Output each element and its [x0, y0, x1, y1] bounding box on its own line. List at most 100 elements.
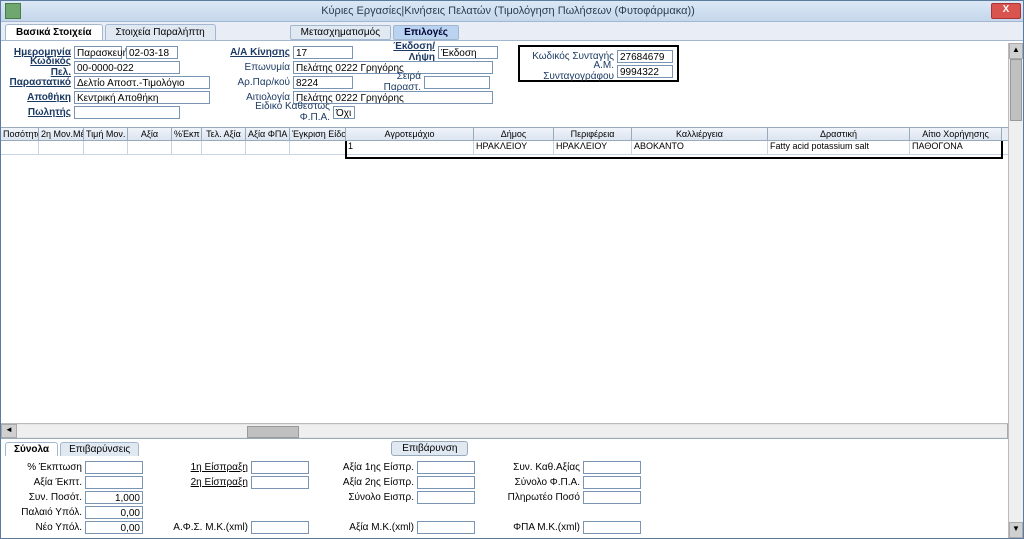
gh-qty[interactable]: Ποσότητα	[1, 128, 39, 140]
bottom-area: Σύνολα Επιβαρύνσεις Επιβάρυνση % Έκπτωση…	[1, 438, 1023, 538]
scroll-down-icon[interactable]: ▼	[1009, 522, 1023, 538]
value-date[interactable]: 02-03-18	[126, 46, 178, 59]
titlebar: Κύριες Εργασίες|Κινήσεις Πελατών (Τιμολό…	[1, 1, 1023, 22]
table-row[interactable]: 1 ΗΡΑΚΛΕΙΟΥ ΗΡΑΚΛΕΙΟΥ ΑΒΟΚΑΝΤΟ Fatty aci…	[1, 141, 1023, 155]
btn-apply-charge[interactable]: Επιβάρυνση	[391, 441, 468, 456]
form-area: Ημερομηνία Παρασκευή 02-03-18 Κωδικός Πε…	[1, 41, 1023, 127]
app-window: Κύριες Εργασίες|Κινήσεις Πελατών (Τιμολό…	[0, 0, 1024, 539]
lbl-eis1: 1η Είσπραξη	[173, 462, 251, 473]
label-rxam: Α.Μ. Συνταγογράφου	[524, 60, 617, 82]
form-col-2: Α/Α Κίνησης 17 Έκδοση/Λήψη Έκδοση Επωνυμ…	[230, 45, 498, 119]
app-icon	[5, 3, 21, 19]
close-button[interactable]: X	[991, 3, 1021, 19]
gh-final[interactable]: Τελ. Αξία	[202, 128, 246, 140]
vscroll-thumb[interactable]	[1010, 59, 1022, 121]
lbl-discpct: % Έκπτωση	[7, 462, 85, 473]
form-col-1: Ημερομηνία Παρασκευή 02-03-18 Κωδικός Πε…	[9, 45, 210, 119]
prescription-box: Κωδικός Συνταγής 27684679 Α.Μ. Συνταγογρ…	[518, 45, 679, 119]
lbl-fpa: Σύνολο Φ.Π.Α.	[505, 477, 583, 488]
inp-axmk[interactable]	[417, 521, 475, 534]
gh-active[interactable]: Δραστική	[768, 128, 910, 140]
scroll-left-icon[interactable]: ◄	[1, 424, 17, 438]
lbl-afsmk: Α.Φ.Σ. Μ.Κ.(xml)	[173, 522, 251, 533]
gh-region[interactable]: Περιφέρεια	[554, 128, 632, 140]
lbl-discval: Αξία Έκπτ.	[7, 477, 85, 488]
gh-value[interactable]: Αξία	[128, 128, 172, 140]
gc-field[interactable]: 1	[346, 141, 474, 154]
inp-eis1[interactable]	[251, 461, 309, 474]
inp-newbal[interactable]: 0,00	[85, 521, 143, 534]
lbl-sum: Σύνολο Εισπρ.	[339, 492, 417, 503]
gc-region[interactable]: ΗΡΑΚΛΕΙΟΥ	[554, 141, 632, 154]
inp-afsmk[interactable]	[251, 521, 309, 534]
lbl-axmk: Αξία Μ.Κ.(xml)	[339, 522, 417, 533]
label-wh: Αποθήκη	[9, 92, 74, 103]
lbl-ax2: Αξία 2ης Είσπρ.	[339, 477, 417, 488]
top-tabs: Βασικά Στοιχεία Στοιχεία Παραλήπτη Μετασ…	[1, 22, 1023, 41]
lbl-eis2: 2η Είσπραξη	[173, 477, 251, 488]
label-name: Επωνυμία	[230, 62, 293, 73]
value-wh[interactable]: Κεντρική Αποθήκη	[74, 91, 210, 104]
value-date-day[interactable]: Παρασκευή	[74, 46, 122, 59]
gh-crop[interactable]: Καλλιέργεια	[632, 128, 768, 140]
tab-recipient[interactable]: Στοιχεία Παραλήπτη	[105, 24, 216, 40]
lbl-ax1: Αξία 1ης Είσπρ.	[339, 462, 417, 473]
gc-active[interactable]: Fatty acid potassium salt	[768, 141, 910, 154]
scroll-thumb[interactable]	[247, 426, 299, 438]
value-vat[interactable]: Όχι	[333, 106, 355, 119]
inp-sum[interactable]	[417, 491, 475, 504]
label-doc: Παραστατικό	[9, 77, 74, 88]
value-series[interactable]	[424, 76, 490, 89]
gh-unit2[interactable]: 2η Μον.Μέτ.	[39, 128, 84, 140]
value-issue[interactable]: Έκδοση	[438, 46, 498, 59]
btn-transform[interactable]: Μετασχηματισμός	[290, 25, 391, 40]
grid-hscroll[interactable]: ◄ ►	[1, 423, 1023, 438]
gh-field[interactable]: Αγροτεμάχιο	[346, 128, 474, 140]
inp-synqty[interactable]: 1,000	[85, 491, 143, 504]
content-area: Βασικά Στοιχεία Στοιχεία Παραλήπτη Μετασ…	[1, 22, 1023, 538]
inp-fpa[interactable]	[583, 476, 641, 489]
gh-approval[interactable]: Έγκριση Είδους	[290, 128, 346, 140]
lbl-oldbal: Παλαιό Υπόλ.	[7, 507, 85, 518]
tab-charges[interactable]: Επιβαρύνσεις	[60, 442, 139, 456]
tab-basic[interactable]: Βασικά Στοιχεία	[5, 24, 103, 40]
value-moveno[interactable]: 17	[293, 46, 353, 59]
lbl-paid: Πληρωτέο Ποσό	[505, 492, 583, 503]
grid-body[interactable]: 1 ΗΡΑΚΛΕΙΟΥ ΗΡΑΚΛΕΙΟΥ ΑΒΟΚΑΝΤΟ Fatty aci…	[1, 141, 1023, 423]
inp-oldbal[interactable]: 0,00	[85, 506, 143, 519]
inp-discval[interactable]	[85, 476, 143, 489]
value-rxcode[interactable]: 27684679	[617, 50, 673, 63]
value-doc[interactable]: Δελτίο Αποστ.-Τιμολόγιο Πώλησης	[74, 76, 210, 89]
value-seller[interactable]	[74, 106, 180, 119]
content-vscroll[interactable]: ▲ ▼	[1008, 43, 1023, 538]
totals-grid: % Έκπτωση Αξία Έκπτ. Συν. Ποσότ.1,000 Πα…	[5, 456, 1019, 534]
value-custcode[interactable]: 00-0000-022	[74, 61, 180, 74]
inp-paid[interactable]	[583, 491, 641, 504]
lbl-kath: Συν. Καθ.Αξίας	[505, 462, 583, 473]
gc-crop[interactable]: ΑΒΟΚΑΝΤΟ	[632, 141, 768, 154]
label-seller: Πωλητής	[9, 107, 74, 118]
inp-kath[interactable]	[583, 461, 641, 474]
gh-disc[interactable]: %Έκπ	[172, 128, 202, 140]
inp-fpamk[interactable]	[583, 521, 641, 534]
value-parnum[interactable]: 8224	[293, 76, 353, 89]
gh-price[interactable]: Τιμή Μον.	[84, 128, 128, 140]
tab-totals[interactable]: Σύνολα	[5, 442, 58, 456]
inp-eis2[interactable]	[251, 476, 309, 489]
lbl-synqty: Συν. Ποσότ.	[7, 492, 85, 503]
gh-vat[interactable]: Αξία ΦΠΑ	[246, 128, 290, 140]
bottom-tabs: Σύνολα Επιβαρύνσεις Επιβάρυνση	[5, 441, 1019, 456]
btn-options[interactable]: Επιλογές	[393, 25, 459, 40]
gc-dimos[interactable]: ΗΡΑΚΛΕΙΟΥ	[474, 141, 554, 154]
value-rxam[interactable]: 9994322	[617, 65, 673, 78]
scroll-up-icon[interactable]: ▲	[1009, 43, 1023, 59]
gh-dimos[interactable]: Δήμος	[474, 128, 554, 140]
inp-ax2[interactable]	[417, 476, 475, 489]
label-parnum: Αρ.Παρ/κού	[230, 77, 293, 88]
lbl-fpamk: ΦΠΑ Μ.Κ.(xml)	[505, 522, 583, 533]
inp-ax1[interactable]	[417, 461, 475, 474]
lbl-newbal: Νέο Υπόλ.	[7, 522, 85, 533]
gc-cause[interactable]: ΠΑΘΟΓΟΝΑ	[910, 141, 1002, 154]
inp-discpct[interactable]	[85, 461, 143, 474]
gh-cause[interactable]: Αίτιο Χορήγησης	[910, 128, 1002, 140]
